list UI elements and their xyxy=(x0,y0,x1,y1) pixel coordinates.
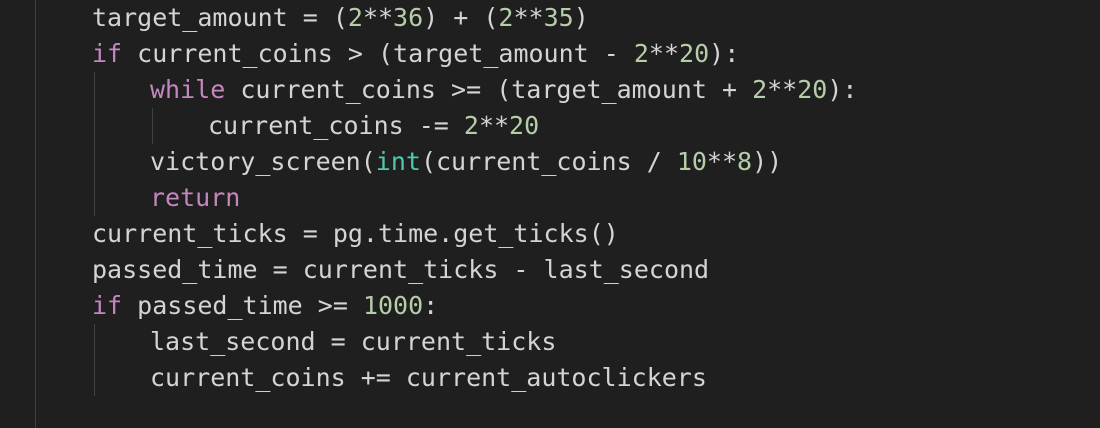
code-token: current_coins += current_autoclickers xyxy=(150,363,707,392)
number-literal: 2 xyxy=(633,39,649,68)
code-line[interactable]: target_amount = (2**36) + (2**35) xyxy=(92,0,589,36)
number-literal: 2 xyxy=(752,75,768,104)
code-token: passed_time >= xyxy=(122,291,363,320)
operator: ** xyxy=(513,3,544,32)
operator: ** xyxy=(706,147,738,176)
number-literal: 20 xyxy=(509,111,540,140)
code-token: ) + ( xyxy=(423,3,499,32)
code-token: victory_screen( xyxy=(150,147,376,176)
code-line[interactable]: if current_coins > (target_amount - 2**2… xyxy=(92,36,739,72)
number-literal: 8 xyxy=(737,147,753,176)
code-token: )) xyxy=(752,147,783,176)
indent-guide xyxy=(94,72,95,216)
code-token: last_second = current_ticks xyxy=(150,327,557,356)
code-token: ): xyxy=(709,39,740,68)
number-literal: 35 xyxy=(543,3,574,32)
code-token: passed_time = current_ticks - last_secon… xyxy=(92,255,710,284)
operator: ** xyxy=(648,39,680,68)
code-editor[interactable]: target_amount = (2**36) + (2**35) if cur… xyxy=(0,0,1100,428)
code-line[interactable]: current_coins += current_autoclickers xyxy=(150,360,707,396)
number-literal: 20 xyxy=(679,39,710,68)
code-line[interactable]: passed_time = current_ticks - last_secon… xyxy=(92,252,709,288)
number-literal: 2 xyxy=(463,111,479,140)
builtin-int: int xyxy=(375,147,421,176)
number-literal: 2 xyxy=(498,3,514,32)
code-line[interactable]: current_coins -= 2**20 xyxy=(208,108,539,144)
code-line[interactable]: while current_coins >= (target_amount + … xyxy=(150,72,857,108)
code-token: current_coins > (target_amount - xyxy=(122,39,634,68)
code-token: current_coins -= xyxy=(208,111,464,140)
number-literal: 10 xyxy=(676,147,707,176)
code-token: (current_coins / xyxy=(420,147,677,176)
operator: ** xyxy=(362,3,394,32)
code-token: target_amount = ( xyxy=(92,3,348,32)
code-line[interactable]: victory_screen(int(current_coins / 10**8… xyxy=(150,144,782,180)
indent-guide xyxy=(35,0,36,428)
code-token: current_ticks = pg.time.get_ticks() xyxy=(92,219,619,248)
code-line[interactable]: last_second = current_ticks xyxy=(150,324,556,360)
operator: ** xyxy=(478,111,510,140)
keyword-while: while xyxy=(150,75,226,104)
keyword-return: return xyxy=(150,183,241,212)
code-line[interactable]: if passed_time >= 1000: xyxy=(92,288,438,324)
code-token: ): xyxy=(827,75,858,104)
code-line[interactable]: return xyxy=(150,180,240,216)
indent-guide xyxy=(94,324,95,396)
number-literal: 1000 xyxy=(362,291,424,320)
number-literal: 36 xyxy=(393,3,424,32)
operator: ** xyxy=(767,75,798,104)
keyword-if: if xyxy=(92,39,123,68)
code-token: current_coins >= (target_amount + xyxy=(225,75,753,104)
keyword-if: if xyxy=(92,291,123,320)
code-token: ) xyxy=(573,3,589,32)
number-literal: 20 xyxy=(797,75,828,104)
code-line[interactable]: current_ticks = pg.time.get_ticks() xyxy=(92,216,619,252)
indent-guide xyxy=(152,108,153,144)
number-literal: 2 xyxy=(347,3,363,32)
code-token: : xyxy=(423,291,439,320)
